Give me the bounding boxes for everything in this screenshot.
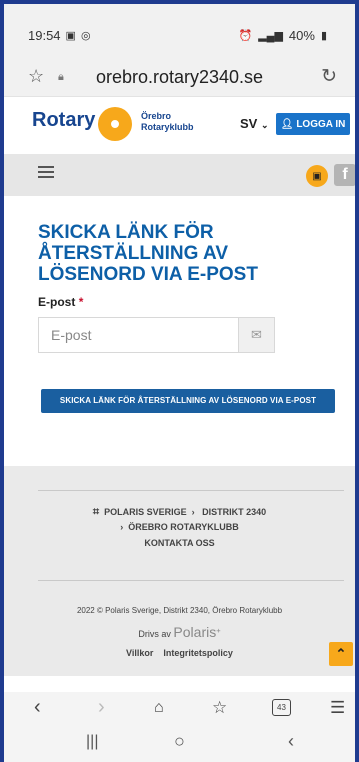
footer-links: Villkor Integritetspolicy: [4, 648, 355, 658]
club-name: Örebro Rotaryklubb: [141, 111, 194, 133]
terms-link[interactable]: Villkor: [126, 648, 153, 658]
powered-by: Drivs av Polaris+: [138, 624, 221, 640]
battery-percent: 40%: [288, 28, 315, 43]
home-icon[interactable]: ⌂: [154, 699, 164, 717]
status-left: 19:54 ▣ ◎: [28, 28, 91, 43]
url-field[interactable]: orebro.rotary2340.se: [4, 67, 355, 88]
facebook-icon[interactable]: f: [334, 164, 355, 186]
login-label: LOGGA IN: [296, 118, 346, 130]
tabs-icon[interactable]: 43: [272, 699, 291, 716]
bookmarks-icon[interactable]: ☆: [212, 698, 227, 718]
breadcrumb-district[interactable]: DISTRIKT 2340: [202, 507, 266, 517]
email-label: E-post *: [38, 295, 83, 309]
chevron-down-icon: ⌄: [260, 120, 269, 130]
user-icon: 👤︎: [280, 118, 294, 130]
alarm-icon: ⏰: [238, 30, 253, 42]
status-time: 19:54: [28, 28, 61, 43]
calendar-icon[interactable]: ▣: [306, 165, 328, 187]
breadcrumb-club[interactable]: ÖREBRO ROTARYKLUBB: [128, 522, 239, 532]
breadcrumb-line1: ⌗ POLARIS SVERIGE › DISTRIKT 2340: [92, 506, 267, 518]
page-title: SKICKA LÄNK FÖR ÅTERSTÄLLNING AV LÖSENOR…: [38, 222, 258, 285]
footer-divider-bottom: [38, 580, 344, 581]
submit-reset-button[interactable]: SKICKA LÄNK FÖR ÅTERSTÄLLNING AV LÖSENOR…: [41, 389, 335, 413]
back-icon[interactable]: ‹: [34, 696, 41, 719]
envelope-icon: ✉: [238, 317, 275, 353]
message-icon: ▣: [65, 30, 76, 42]
menu-icon[interactable]: [38, 166, 54, 178]
footer-divider-top: [38, 490, 344, 491]
site-footer: ⌗ POLARIS SVERIGE › DISTRIKT 2340 › ÖREB…: [4, 466, 355, 676]
browser-menu-icon[interactable]: ☰: [330, 698, 345, 718]
signal-icon: ▂▄▆: [258, 30, 283, 42]
club-name-line1: Örebro: [141, 111, 172, 121]
location-icon: ◎: [80, 30, 91, 42]
powered-by-label: Drivs av: [138, 629, 171, 639]
site-navbar: ▣ f: [4, 154, 355, 196]
system-nav-bar: ||| ○ ‹: [4, 726, 355, 762]
status-bar: 19:54 ▣ ◎ ⏰ ▂▄▆ 40% ▮: [4, 4, 355, 60]
contact-link[interactable]: KONTAKTA OSS: [4, 538, 355, 548]
sitemap-icon: ⌗: [92, 506, 100, 518]
status-right: ⏰ ▂▄▆ 40% ▮: [238, 28, 327, 43]
chevron-up-icon[interactable]: ⌃: [329, 642, 353, 666]
rotary-logo-text[interactable]: Rotary: [32, 109, 95, 132]
copyright-text: 2022 © Polaris Sverige, Distrikt 2340, Ö…: [76, 606, 283, 615]
site-header: Rotary Örebro Rotaryklubb SV ⌄ 👤︎ LOGGA …: [4, 96, 355, 154]
home-button-icon[interactable]: ○: [174, 731, 185, 752]
required-mark: *: [78, 295, 84, 309]
reload-icon[interactable]: ↻: [321, 65, 337, 88]
back-button-icon[interactable]: ‹: [288, 731, 294, 752]
breadcrumb-line2: › ÖREBRO ROTARYKLUBB: [120, 522, 239, 532]
forward-icon[interactable]: ›: [98, 696, 105, 719]
privacy-link[interactable]: Integritetspolicy: [163, 648, 233, 658]
email-label-text: E-post: [38, 295, 76, 309]
battery-icon: ▮: [320, 30, 327, 42]
language-label: SV: [240, 116, 258, 131]
address-bar: ☆ 🔒︎ orebro.rotary2340.se ↻: [4, 60, 355, 96]
rotary-wheel-icon[interactable]: [98, 107, 132, 141]
club-name-line2: Rotaryklubb: [141, 122, 194, 132]
browser-toolbar: ‹ › ⌂ ☆ 43 ☰: [4, 692, 355, 726]
language-selector[interactable]: SV ⌄: [240, 116, 269, 131]
recent-apps-icon[interactable]: |||: [86, 733, 98, 751]
phone-screen: 19:54 ▣ ◎ ⏰ ▂▄▆ 40% ▮ ☆ 🔒︎ orebro.rotary…: [4, 4, 355, 762]
login-button[interactable]: 👤︎ LOGGA IN: [276, 113, 350, 135]
polaris-logo[interactable]: Polaris: [173, 624, 216, 640]
email-field[interactable]: [38, 317, 238, 353]
breadcrumb-polaris[interactable]: POLARIS SVERIGE: [104, 507, 187, 517]
